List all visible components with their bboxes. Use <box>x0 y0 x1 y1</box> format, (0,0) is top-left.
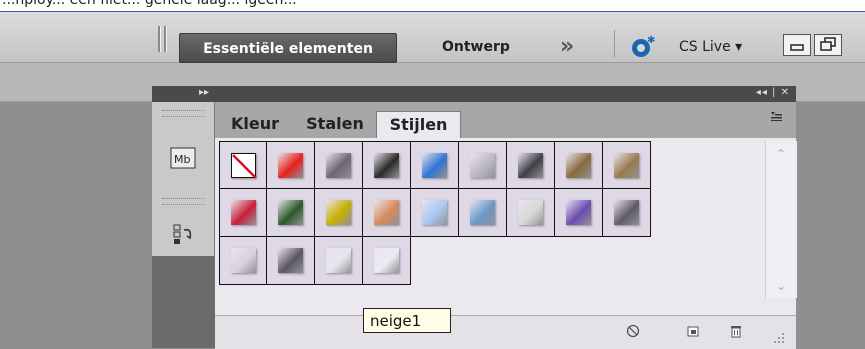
swatch-preview <box>326 153 351 178</box>
swatch-preview <box>470 200 495 225</box>
style-swatch-red-stripe-style[interactable] <box>219 189 267 237</box>
cslive-menu[interactable]: CS Live ▾ <box>679 39 742 55</box>
swatch-preview <box>470 153 495 178</box>
style-swatch-gold-style[interactable] <box>315 189 363 237</box>
swatch-preview <box>374 248 399 273</box>
cslive-icon[interactable]: ✱ <box>630 34 656 60</box>
grip-handle[interactable] <box>164 26 167 52</box>
style-swatch-red-glow-style[interactable] <box>267 141 315 189</box>
application-bar: Essentiële elementen Ontwerp » ✱ CS Live… <box>0 12 865 63</box>
swatch-preview <box>278 248 303 273</box>
swatch-preview <box>231 200 256 225</box>
style-swatch-neige-style[interactable] <box>315 237 363 285</box>
grip-handle[interactable] <box>162 110 204 117</box>
style-swatch-light-gray-style[interactable] <box>459 141 507 189</box>
page-top-strip: ...nploy... een filet... gehele laag... … <box>0 0 865 12</box>
grip-handle[interactable] <box>158 26 161 52</box>
workspace-ontwerp-link[interactable]: Ontwerp <box>442 39 510 55</box>
delete-style-icon[interactable] <box>729 324 743 338</box>
swatch-preview <box>231 153 257 179</box>
minimize-icon <box>790 44 804 51</box>
panel-tabs: Kleur Stalen Stijlen <box>215 102 796 140</box>
swatch-preview <box>566 200 591 225</box>
scroll-down-icon[interactable]: ⌄ <box>776 279 786 293</box>
swatch-preview <box>278 200 303 225</box>
restore-button[interactable] <box>814 34 842 56</box>
page-top-text: ...nploy... een filet... gehele laag... … <box>2 0 297 8</box>
tab-stijlen[interactable]: Stijlen <box>376 111 461 140</box>
style-swatch-none-style[interactable] <box>219 141 267 189</box>
clear-style-icon[interactable] <box>626 324 640 338</box>
style-swatch-neige1-style[interactable] <box>363 237 411 285</box>
tab-kleur[interactable]: Kleur <box>225 111 285 139</box>
swatch-preview <box>374 153 399 178</box>
style-swatch-lilac-style[interactable] <box>219 237 267 285</box>
style-swatch-dark-gray-style[interactable] <box>267 237 315 285</box>
swatch-preview <box>518 153 543 178</box>
style-swatch-sky-horizon-style[interactable] <box>459 189 507 237</box>
separator <box>614 30 615 58</box>
style-swatch-light-blue-style[interactable] <box>411 189 459 237</box>
swatch-preview <box>614 200 639 225</box>
style-swatch-brown-style[interactable] <box>555 141 603 189</box>
style-swatch-white-texture-style[interactable] <box>507 189 555 237</box>
collapse-close-icon[interactable]: ◂◂ | ✕ <box>756 87 790 98</box>
style-swatch-dark-ring-style[interactable] <box>363 141 411 189</box>
restore-icon <box>820 37 836 51</box>
style-swatch-gray-outline-style[interactable] <box>315 141 363 189</box>
swatch-preview <box>518 200 543 225</box>
swatch-preview <box>422 153 447 178</box>
styles-content: ⌃ ⌄ <box>215 138 797 349</box>
svg-text:✱: ✱ <box>647 35 655 46</box>
swatch-preview <box>326 248 351 273</box>
swatch-preview <box>614 153 639 178</box>
grip-handle[interactable] <box>162 198 204 205</box>
resize-grip-icon[interactable] <box>771 330 785 344</box>
expand-panels-icon[interactable]: ▸▸ <box>199 87 209 98</box>
style-swatch-green-black-style[interactable] <box>267 189 315 237</box>
swatch-preview <box>278 153 303 178</box>
style-swatch-dark-gradient-style[interactable] <box>507 141 555 189</box>
style-swatch-bronze-style[interactable] <box>603 141 651 189</box>
style-tooltip: neige1 <box>363 308 451 333</box>
swatch-preview <box>566 153 591 178</box>
style-swatch-purple-gradient-style[interactable] <box>555 189 603 237</box>
scroll-up-icon[interactable]: ⌃ <box>776 147 786 161</box>
style-swatch-peach-style[interactable] <box>363 189 411 237</box>
panel-menu-icon[interactable] <box>770 111 782 121</box>
svg-text:Mb: Mb <box>174 153 190 166</box>
swatch-preview <box>231 248 256 273</box>
tab-stalen[interactable]: Stalen <box>300 111 370 139</box>
swatch-preview <box>374 200 399 225</box>
history-icon[interactable] <box>170 222 196 246</box>
minimize-button[interactable] <box>783 34 811 56</box>
more-workspaces-icon[interactable]: » <box>560 34 574 59</box>
style-swatch-blue-gloss-style[interactable] <box>411 141 459 189</box>
workspace-button[interactable]: Essentiële elementen <box>179 33 397 63</box>
mini-bridge-icon[interactable]: Mb <box>170 146 196 170</box>
panel-bottom-bar <box>215 315 796 349</box>
collapsed-panel-column: Mb <box>152 102 215 256</box>
swatch-preview <box>422 200 447 225</box>
style-swatch-gray-square-style[interactable] <box>603 189 651 237</box>
new-style-icon[interactable] <box>686 324 700 338</box>
panel-header[interactable]: ▸▸ ◂◂ | ✕ <box>152 86 796 102</box>
vertical-scrollbar[interactable]: ⌃ ⌄ <box>765 141 797 298</box>
swatch-preview <box>326 200 351 225</box>
styles-panel: ▸▸ ◂◂ | ✕ Mb Kleur Stalen Stijlen ⌃ ⌄ <box>152 86 797 349</box>
